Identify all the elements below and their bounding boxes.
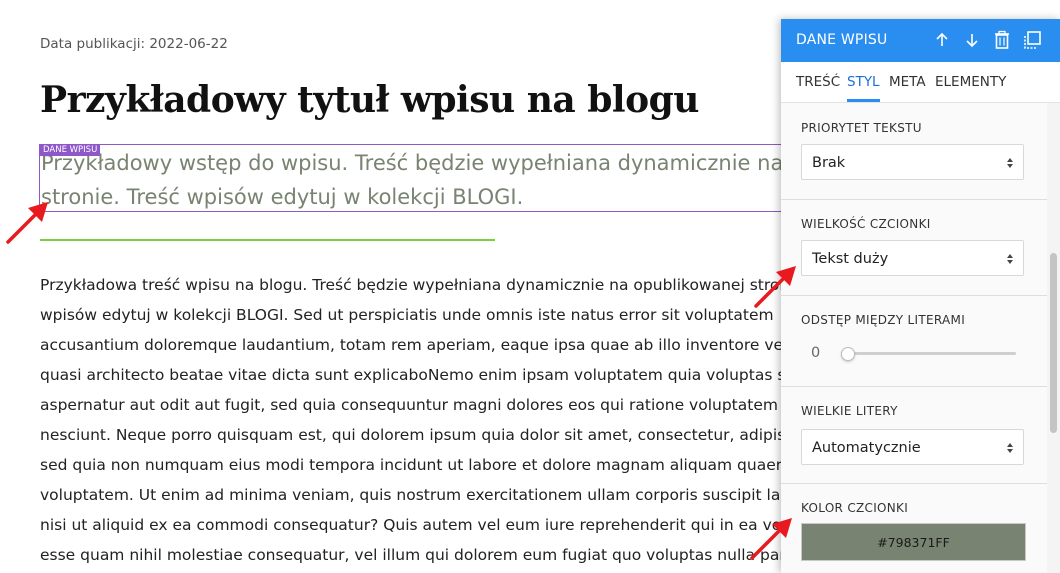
trash-icon	[995, 30, 1009, 49]
green-divider	[40, 239, 495, 241]
uppercase-select[interactable]: Automatycznie	[801, 429, 1024, 465]
uppercase-section: WIELKIE LITERY Automatycznie	[781, 387, 1047, 484]
body-line: aspernatur aut odit aut fugit, sed quia …	[40, 396, 800, 414]
body-line: voluptatem. Ut enim ad minima veniam, qu…	[40, 486, 800, 504]
tab-meta[interactable]: META	[889, 62, 926, 102]
select-caret-icon	[1007, 254, 1013, 264]
panel-scrollbar-thumb[interactable]	[1050, 253, 1057, 433]
tab-style[interactable]: STYL	[847, 62, 880, 102]
font-color-label: KOLOR CZCIONKI	[801, 501, 909, 515]
annotation-arrow-icon	[6, 202, 48, 244]
uppercase-label: WIELKIE LITERY	[801, 404, 898, 418]
panel-tabs: TREŚĆ STYL META ELEMENTY	[781, 62, 1060, 103]
text-priority-section: PRIORYTET TEKSTU Brak	[781, 103, 1047, 200]
panel-body: PRIORYTET TEKSTU Brak WIELKOŚĆ CZCIONKI …	[781, 103, 1047, 573]
body-line: wpisów edytuj w kolekcji BLOGI. Sed ut p…	[40, 306, 774, 324]
text-priority-label: PRIORYTET TEKSTU	[801, 121, 922, 135]
font-color-section: KOLOR CZCIONKI #798371FF	[781, 484, 1047, 573]
annotation-arrow-icon	[750, 518, 792, 560]
letter-spacing-slider-track[interactable]	[841, 352, 1016, 355]
panel-scrollbar[interactable]	[1047, 103, 1060, 573]
duplicate-icon	[1024, 31, 1041, 49]
duplicate-button[interactable]	[1022, 30, 1042, 50]
font-size-select[interactable]: Tekst duży	[801, 240, 1024, 276]
font-size-section: WIELKOŚĆ CZCIONKI Tekst duży	[781, 200, 1047, 296]
post-intro[interactable]: Przykładowy wstęp do wpisu. Treść będzie…	[41, 146, 801, 214]
body-line: quasi architecto beatae vitae dicta sunt…	[40, 366, 796, 384]
intro-selection-badge: DANE WPISU	[40, 144, 101, 156]
panel-title: DANE WPISU	[796, 32, 888, 48]
post-body: Przykładowa treść wpisu na blogu. Treść …	[40, 270, 800, 570]
publication-date: Data publikacji: 2022-06-22	[40, 36, 228, 52]
move-down-button[interactable]	[962, 30, 982, 50]
intro-line: stronie. Treść wpisów edytuj w kolekcji …	[41, 185, 524, 209]
body-line: accusantium doloremque laudantium, totam…	[40, 336, 800, 354]
panel-header: DANE WPISU	[781, 19, 1060, 62]
font-size-label: WIELKOŚĆ CZCIONKI	[801, 217, 931, 231]
body-line: Przykładowa treść wpisu na blogu. Treść …	[40, 276, 800, 294]
uppercase-value: Automatycznie	[812, 440, 921, 456]
arrow-down-icon	[966, 34, 978, 48]
letter-spacing-slider-thumb[interactable]	[841, 347, 855, 361]
post-title: Przykładowy tytuł wpisu na blogu	[40, 79, 699, 121]
select-caret-icon	[1007, 158, 1013, 168]
arrow-up-icon	[936, 32, 948, 46]
body-line: sed quia non numquam eius modi tempora i…	[40, 456, 798, 474]
select-caret-icon	[1007, 443, 1013, 453]
body-line: nesciunt. Neque porro quisquam est, qui …	[40, 426, 800, 444]
text-priority-value: Brak	[812, 155, 846, 171]
letter-spacing-value: 0	[811, 345, 821, 361]
body-line: nisi ut aliquid ex ea commodi consequatu…	[40, 516, 800, 534]
font-color-swatch[interactable]: #798371FF	[801, 523, 1026, 561]
body-line: esse quam nihil molestiae consequatur, v…	[40, 546, 800, 564]
letter-spacing-section: ODSTĘP MIĘDZY LITERAMI 0	[781, 296, 1047, 387]
font-size-value: Tekst duży	[812, 251, 889, 267]
tab-elements[interactable]: ELEMENTY	[935, 62, 1006, 102]
annotation-arrow-icon	[754, 266, 796, 308]
delete-button[interactable]	[992, 30, 1012, 50]
letter-spacing-label: ODSTĘP MIĘDZY LITERAMI	[801, 313, 966, 327]
tab-content[interactable]: TREŚĆ	[796, 62, 840, 102]
move-up-button[interactable]	[932, 30, 952, 50]
intro-line: Przykładowy wstęp do wpisu. Treść będzie…	[41, 151, 784, 175]
post-data-panel: DANE WPISU TREŚĆ STYL META ELEMENTY PRIO…	[781, 19, 1060, 573]
text-priority-select[interactable]: Brak	[801, 144, 1024, 180]
